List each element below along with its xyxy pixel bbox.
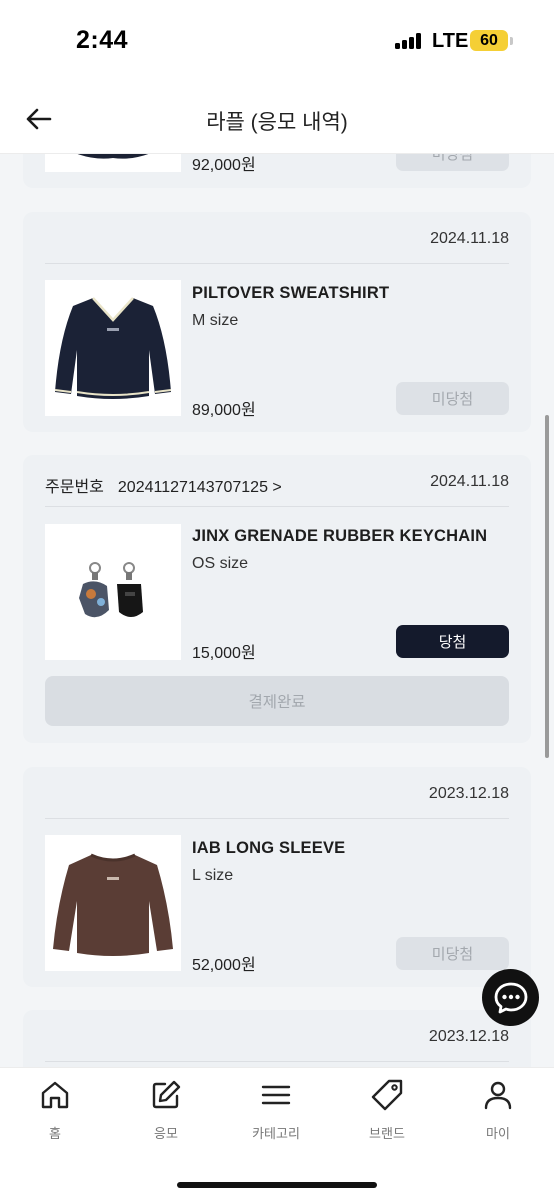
product-name: IAB LONG SLEEVE (192, 839, 346, 857)
product-thumbnail[interactable] (45, 835, 181, 971)
nav-category[interactable]: 카테고리 (231, 1078, 321, 1148)
product-thumbnail[interactable] (45, 524, 181, 660)
home-indicator (177, 1182, 377, 1188)
card-header: 2024.11.18 (45, 212, 509, 264)
product-thumbnail[interactable] (45, 280, 181, 416)
product-price: 89,000원 (192, 402, 256, 419)
card-header: 2023.12.18 (45, 1010, 509, 1062)
bottom-navigation: 홈 응모 카테고리 브랜드 마이 (0, 1067, 554, 1200)
page-header: 라플 (응모 내역) (0, 84, 554, 154)
raffle-date: 2024.11.18 (430, 473, 509, 490)
keychain-image (79, 562, 143, 618)
raffle-card: 2024.11.18 PILTOVER SWEATSHIRT M size 89… (23, 212, 531, 432)
status-badge: 당첨 (396, 625, 509, 658)
long-sleeve-image (53, 853, 173, 956)
sweatshirt-image (54, 297, 172, 399)
nav-raffle-label: 응모 (154, 1126, 178, 1141)
edit-icon (149, 1078, 183, 1112)
order-number-link[interactable]: 주문번호 20241127143707125 > (45, 473, 282, 497)
tag-icon (370, 1078, 404, 1112)
raffle-date: 2023.12.18 (428, 1028, 509, 1045)
battery-icon: 60 (470, 30, 508, 51)
product-size: M size (192, 312, 239, 329)
status-bar: 2:44 LTE 60 (0, 0, 554, 84)
nav-my-label: 마이 (486, 1126, 510, 1141)
signal-icon (395, 33, 422, 49)
menu-icon (259, 1078, 293, 1112)
battery-level: 60 (480, 31, 498, 49)
order-number: 20241127143707125 > (117, 479, 282, 496)
raffle-date: 2023.12.18 (428, 785, 509, 802)
chat-bubble-icon (494, 982, 527, 1013)
nav-brand[interactable]: 브랜드 (342, 1078, 432, 1148)
raffle-date: 2024.11.18 (430, 230, 509, 247)
chat-button[interactable] (482, 969, 539, 1026)
user-icon (481, 1078, 515, 1112)
nav-raffle[interactable]: 응모 (121, 1078, 211, 1148)
status-time: 2:44 (76, 26, 129, 54)
product-price: 52,000원 (192, 957, 256, 974)
nav-home-label: 홈 (49, 1126, 61, 1141)
order-number-label: 주문번호 (45, 479, 104, 496)
raffle-card: 2023.12.18 IAB LONG SLEEVE L size 52,000… (23, 767, 531, 987)
product-price: 15,000원 (192, 645, 256, 662)
page-title: 라플 (응모 내역) (206, 111, 348, 134)
nav-brand-label: 브랜드 (369, 1126, 405, 1141)
payment-complete-button[interactable]: 결제완료 (45, 676, 509, 726)
raffle-card: 주문번호 20241127143707125 > 2024.11.18 JINX … (23, 455, 531, 743)
battery-nub (510, 37, 513, 45)
card-header: 2023.12.18 (45, 767, 509, 819)
scrollbar[interactable] (545, 415, 549, 758)
nav-my[interactable]: 마이 (453, 1078, 543, 1148)
product-size: L size (192, 867, 234, 884)
status-badge: 미당첨 (396, 937, 509, 970)
raffle-list: 92,000원 미당첨 2024.11.18 PILTOVER SWEATSHI… (0, 0, 554, 1200)
card-header: 주문번호 20241127143707125 > 2024.11.18 (45, 455, 509, 507)
status-badge: 미당첨 (396, 382, 509, 415)
home-icon (38, 1078, 72, 1112)
nav-category-label: 카테고리 (252, 1126, 300, 1141)
product-price: 92,000원 (192, 157, 256, 174)
network-type: LTE (432, 30, 469, 52)
product-name: PILTOVER SWEATSHIRT (192, 284, 390, 302)
product-name: JINX GRENADE RUBBER KEYCHAIN (192, 527, 488, 545)
product-size: OS size (192, 555, 249, 572)
nav-home[interactable]: 홈 (10, 1078, 100, 1148)
